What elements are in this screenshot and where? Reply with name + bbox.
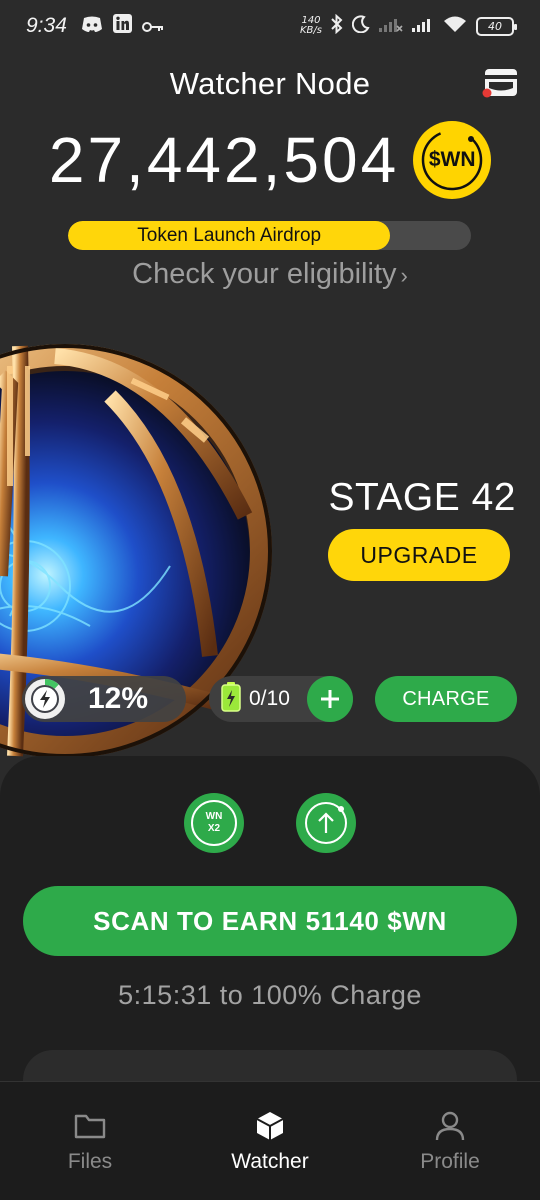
- status-time: 9:34: [26, 14, 67, 37]
- signal-off-icon: [379, 14, 403, 38]
- moon-icon: [351, 14, 370, 38]
- page-title: Watcher Node: [169, 66, 371, 101]
- airdrop-progress-fill: Token Launch Airdrop: [68, 221, 391, 250]
- eligibility-link[interactable]: Check your eligibility ›: [0, 258, 540, 291]
- header: Watcher Node: [0, 52, 540, 116]
- token-balance: 27,442,504: [48, 124, 400, 196]
- nav-item-profile[interactable]: Profile: [360, 1082, 540, 1200]
- token-symbol: $WN: [428, 148, 476, 171]
- token-coin-icon: $WN: [413, 121, 492, 199]
- chevron-right-icon: ›: [400, 263, 408, 288]
- battery-level: 40: [488, 19, 502, 33]
- stage-label: STAGE 42: [328, 476, 516, 519]
- airdrop-label: Token Launch Airdrop: [137, 224, 322, 246]
- signal-icon: [412, 14, 434, 38]
- system-icons: 140 KB/s 40: [300, 13, 517, 39]
- status-bar: 9:34 140 KB/s 40: [0, 0, 540, 52]
- wallet-icon: [482, 69, 517, 98]
- charge-timer: 5:15:31 to 100% Charge: [118, 980, 422, 1010]
- battery-pack-counter: 0/10: [209, 676, 353, 722]
- key-icon: [141, 14, 164, 38]
- nav-item-watcher[interactable]: Watcher: [180, 1082, 360, 1200]
- airdrop-progress-bar[interactable]: Token Launch Airdrop: [68, 221, 471, 250]
- folder-icon: [74, 1114, 106, 1139]
- person-icon: [435, 1111, 465, 1141]
- nav-label-watcher: Watcher: [231, 1150, 309, 1173]
- nav-label-profile: Profile: [420, 1150, 480, 1173]
- network-speed: 140 KB/s: [300, 16, 322, 36]
- upgrade-arrow-button[interactable]: [296, 793, 356, 853]
- bottom-navigation: Files Watcher Profile: [0, 1081, 540, 1200]
- plus-icon: [321, 690, 339, 708]
- bluetooth-icon: [331, 13, 343, 39]
- boost-x2-button[interactable]: WN X2: [184, 793, 244, 853]
- upgrade-button[interactable]: UPGRADE: [328, 529, 510, 581]
- boost-x2-icon: WN X2: [191, 800, 237, 846]
- linkedin-icon: [112, 14, 132, 38]
- arrow-up-circle-icon: [305, 802, 347, 844]
- battery-pack-count: 0/10: [249, 687, 290, 710]
- battery-icon: 40: [476, 16, 517, 36]
- network-speed-unit: KB/s: [300, 25, 322, 36]
- energy-percent: 12%: [88, 682, 149, 715]
- wallet-button[interactable]: [482, 68, 518, 98]
- nav-item-files[interactable]: Files: [0, 1082, 180, 1200]
- boost-line2: X2: [207, 823, 221, 834]
- notification-icons: [81, 14, 164, 38]
- app-screen: 9:34 140 KB/s 40 Watcher Node 27,442,504…: [0, 0, 540, 1200]
- boost-line1: WN: [205, 811, 223, 822]
- discord-icon: [81, 14, 103, 38]
- energy-ring: [24, 678, 66, 720]
- scan-to-earn-button[interactable]: SCAN TO EARN 51140 $WN: [23, 886, 517, 956]
- eligibility-text: Check your eligibility: [132, 258, 397, 290]
- nav-label-files: Files: [67, 1150, 113, 1173]
- battery-pack-icon: [221, 682, 241, 716]
- cube-icon: [256, 1112, 284, 1140]
- add-battery-button[interactable]: [307, 676, 353, 722]
- charge-button[interactable]: CHARGE: [375, 676, 517, 722]
- wifi-icon: [443, 14, 467, 38]
- energy-indicator: 12%: [22, 676, 186, 722]
- balance-row: 27,442,504 $WN: [0, 118, 540, 202]
